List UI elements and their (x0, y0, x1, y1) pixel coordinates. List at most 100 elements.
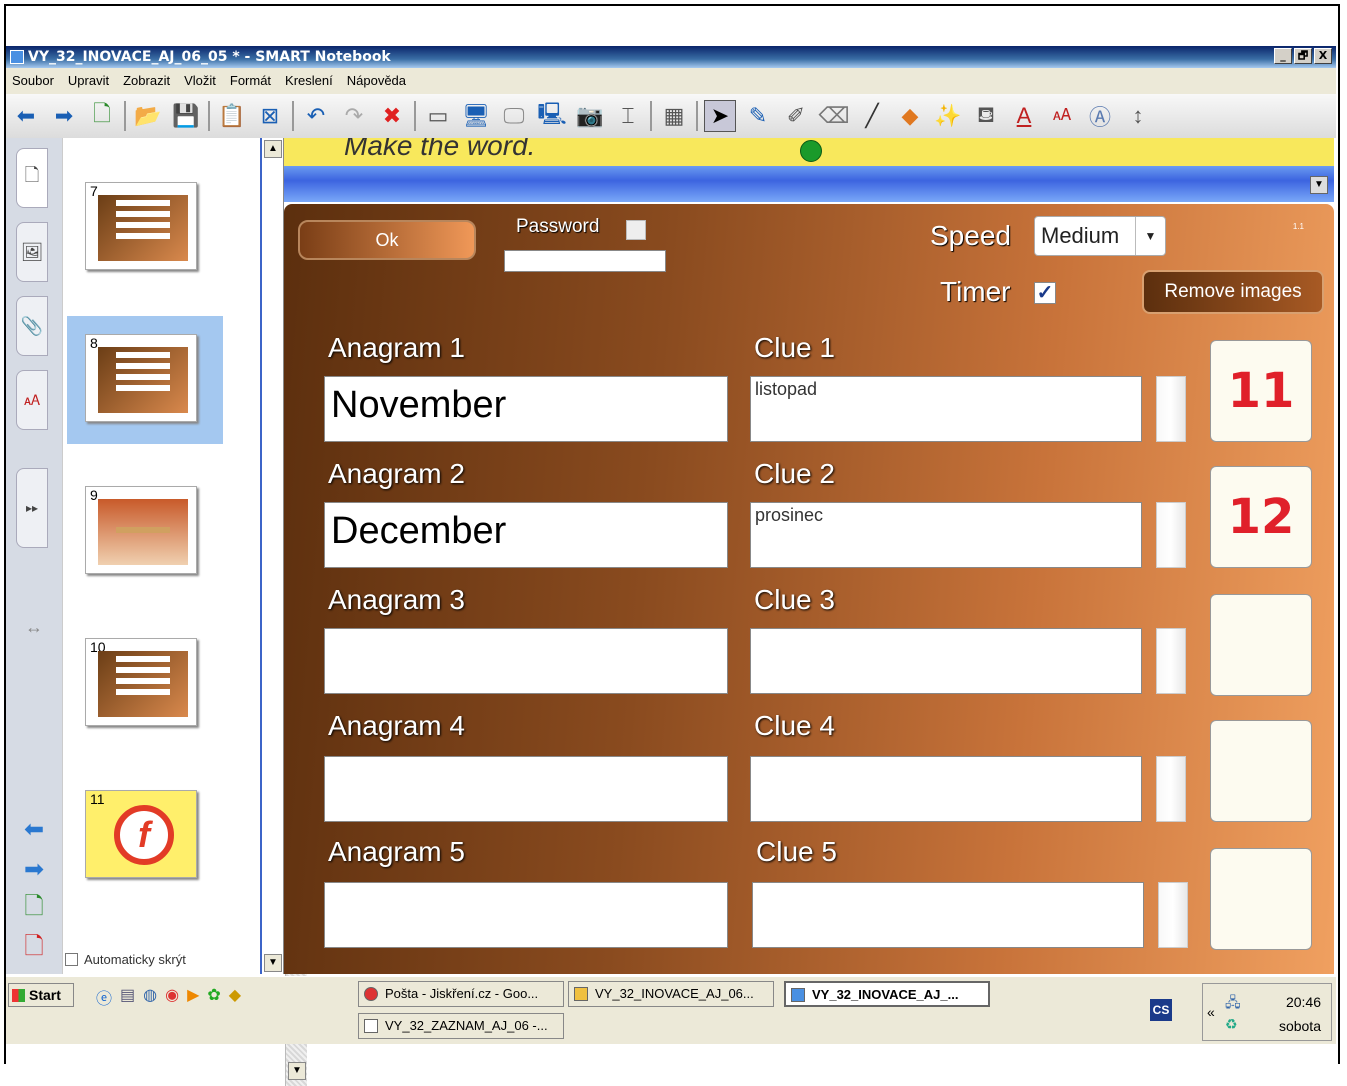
add-page-icon[interactable]: 🗋 (86, 100, 118, 132)
move-toolbar-icon[interactable]: ↕ (1122, 100, 1154, 132)
widget-selection-bar[interactable]: ▼ (284, 166, 1334, 202)
eraser-icon[interactable]: ⌫ (818, 100, 850, 132)
thumbnail-page-11[interactable]: 11 f (85, 790, 197, 878)
window-titlebar[interactable]: VY_32_INOVACE_AJ_06_05 * - SMART Noteboo… (6, 46, 1336, 68)
addons-tab[interactable]: ▸▸ (16, 468, 48, 548)
gallery-tab[interactable]: 🖼 (16, 222, 48, 282)
properties-icon[interactable]: 🗚 (1046, 100, 1078, 132)
restore-button[interactable]: 🗗 (1294, 48, 1312, 64)
text-icon[interactable]: A (1008, 100, 1040, 132)
show-hidden-icons-icon[interactable]: « (1207, 1004, 1215, 1020)
page-sorter-tab[interactable]: 🗋 (16, 148, 48, 208)
delete-page-icon[interactable]: ⊠ (254, 100, 286, 132)
canvas-scroll-down-button[interactable]: ▼ (264, 954, 282, 972)
table-tool-icon[interactable]: ⌶ (612, 100, 644, 132)
clue-input[interactable] (752, 882, 1144, 948)
image-slot[interactable] (1210, 848, 1312, 950)
dual-display-icon[interactable]: 🖵 (498, 100, 530, 132)
save-icon[interactable]: 💾 (170, 100, 202, 132)
password-checkbox[interactable] (626, 220, 646, 240)
screen-shade-icon[interactable]: ▭ (422, 100, 454, 132)
menu-vlozit[interactable]: Vložit (184, 68, 216, 94)
redo-icon[interactable]: ↷ (338, 100, 370, 132)
recycle-icon[interactable]: ♻ (1225, 1016, 1238, 1033)
back-arrow-icon[interactable]: ⬅ (10, 100, 42, 132)
scroll-down-button[interactable]: ▼ (288, 1062, 306, 1080)
clue-input[interactable] (750, 628, 1142, 694)
undo-icon[interactable]: ↶ (300, 100, 332, 132)
remove-images-button[interactable]: Remove images (1142, 270, 1324, 314)
previous-page-icon[interactable]: ⬅ (18, 814, 50, 844)
thumbnail-page-9[interactable]: 9 (85, 486, 197, 574)
shapes-icon[interactable]: ◆ (894, 100, 926, 132)
properties-tab[interactable]: 🗚 (16, 370, 48, 430)
anagram-input[interactable] (324, 882, 728, 948)
clue-input[interactable]: listopad (750, 376, 1142, 442)
timer-checkbox[interactable]: ✓ (1034, 282, 1056, 304)
autohide-toggle[interactable]: Automaticky skrýt (65, 952, 186, 967)
image-slot-handle[interactable] (1156, 376, 1186, 442)
pen-icon[interactable]: ✎ (742, 100, 774, 132)
menu-upravit[interactable]: Upravit (68, 68, 109, 94)
thumbnail-page-10[interactable]: 10 (85, 638, 197, 726)
delete-page-side-icon[interactable]: 🗋 (18, 933, 50, 964)
menu-napoveda[interactable]: Nápověda (347, 68, 406, 94)
paste-icon[interactable]: 📋 (216, 100, 248, 132)
chrome-icon[interactable]: ◉ (165, 985, 179, 1009)
creative-pen-icon[interactable]: ✐ (780, 100, 812, 132)
thumbnail-page-7[interactable]: 7 (85, 182, 197, 270)
chevron-down-icon[interactable]: ▼ (1135, 217, 1165, 255)
open-folder-icon[interactable]: 📂 (132, 100, 164, 132)
media-player-icon[interactable]: ▶ (187, 985, 199, 1009)
image-slot-handle[interactable] (1156, 628, 1186, 694)
anagram-input[interactable]: December (324, 502, 728, 568)
full-screen-icon[interactable]: 🖥 (460, 100, 492, 132)
forward-arrow-icon[interactable]: ➡ (48, 100, 80, 132)
image-slot[interactable]: 11 (1210, 340, 1312, 442)
canvas-scrollbar[interactable]: ▲ ▼ (260, 138, 284, 974)
taskbar-button-notebook[interactable]: VY_32_INOVACE_AJ_... (784, 981, 990, 1007)
paint-icon[interactable]: ◍ (143, 985, 157, 1009)
select-icon[interactable]: ➤ (704, 100, 736, 132)
start-button[interactable]: Start (8, 983, 74, 1007)
game-icon[interactable]: ✿ (207, 985, 220, 1009)
autohide-checkbox[interactable] (65, 953, 78, 966)
anagram-input[interactable] (324, 756, 728, 822)
image-slot[interactable]: 12 (1210, 466, 1312, 568)
anagram-input[interactable] (324, 628, 728, 694)
attachments-tab[interactable]: 📎 (16, 296, 48, 356)
menu-soubor[interactable]: Soubor (12, 68, 54, 94)
menu-kresleni[interactable]: Kreslení (285, 68, 333, 94)
thumbnail-page-8[interactable]: 8 (85, 334, 197, 422)
speed-select[interactable]: Medium ▼ (1034, 216, 1166, 256)
rotate-handle[interactable] (800, 140, 822, 162)
add-page-side-icon[interactable]: 🗋 (18, 893, 50, 924)
anagram-input[interactable]: November (324, 376, 728, 442)
menu-zobrazit[interactable]: Zobrazit (123, 68, 170, 94)
table-icon[interactable]: ▦ (658, 100, 690, 132)
ok-button[interactable]: Ok (298, 220, 476, 260)
tool-icon[interactable]: ◆ (229, 985, 241, 1009)
image-slot-handle[interactable] (1156, 756, 1186, 822)
next-page-icon[interactable]: ➡ (18, 854, 50, 884)
password-input[interactable] (504, 250, 666, 272)
clue-input[interactable] (750, 756, 1142, 822)
taskbar-button-mail[interactable]: Pošta - Jiskření.cz - Goo... (358, 981, 564, 1007)
page-canvas[interactable]: Make the word. ▼ Ok Password Speed Mediu… (284, 138, 1336, 974)
magic-pen-icon[interactable]: ✨ (932, 100, 964, 132)
fill-icon[interactable]: ⛾ (970, 100, 1002, 132)
clue-input[interactable]: prosinec (750, 502, 1142, 568)
taskbar-button-folder[interactable]: VY_32_INOVACE_AJ_06... (568, 981, 774, 1007)
network-icon[interactable]: 🖧 (1225, 992, 1241, 1016)
widget-menu-button[interactable]: ▼ (1310, 176, 1328, 194)
internet-explorer-icon[interactable]: ⓔ (96, 985, 112, 1009)
resize-arrows-icon[interactable]: ↔ (18, 612, 50, 642)
document-camera-icon[interactable]: 📷 (574, 100, 606, 132)
image-slot[interactable] (1210, 720, 1312, 822)
clock-time[interactable]: 20:46 (1286, 994, 1321, 1010)
calculator-icon[interactable]: ▤ (120, 985, 135, 1009)
taskbar-button-word[interactable]: VY_32_ZAZNAM_AJ_06 -... (358, 1013, 564, 1039)
line-icon[interactable]: ╱ (856, 100, 888, 132)
image-slot[interactable] (1210, 594, 1312, 696)
image-slot-handle[interactable] (1158, 882, 1188, 948)
